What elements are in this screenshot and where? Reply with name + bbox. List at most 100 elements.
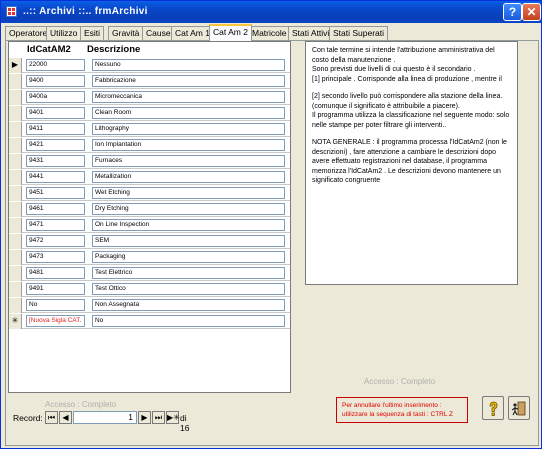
notes-paragraph: Con tale termine si intende l'attribuzio… [312,47,495,64]
column-header-descrizione: Descrizione [87,44,141,55]
id-cell[interactable]: 9451 [26,187,85,199]
description-cell[interactable]: Micromeccanica [92,91,285,103]
tab-cat-am-2[interactable]: Cat Am 2 [209,24,252,41]
id-cell[interactable]: 9461 [26,203,85,215]
id-cell[interactable]: 9473 [26,251,85,263]
id-cell[interactable]: 9471 [26,219,85,231]
description-cell[interactable]: SEM [92,235,285,247]
tab-cat-am-1[interactable]: Cat Am 1 [171,26,214,40]
prev-record-button[interactable]: ◀ [59,411,72,424]
new-id-cell[interactable]: [Nuova Sigla CAT. [26,315,85,327]
id-cell[interactable]: 9411 [26,123,85,135]
record-number-input[interactable]: 1 [73,411,137,424]
grid-header: IdCatAM2 Descrizione [9,42,290,56]
exit-button[interactable] [508,396,530,420]
first-record-button[interactable]: ⏮ [45,411,58,424]
table-row[interactable]: 9401 Clean Room [9,106,290,121]
notes-paragraph: Il programma utilizza la classificazione… [312,112,510,129]
row-selector[interactable] [9,218,22,233]
table-row[interactable]: 9441 Metallization [9,170,290,185]
row-selector[interactable] [9,298,22,313]
description-cell[interactable]: Packaging [92,251,285,263]
column-header-id: IdCatAM2 [27,44,71,55]
description-cell[interactable]: Furnaces [92,155,285,167]
table-row[interactable]: 9471 On Line Inspection [9,218,290,233]
id-cell[interactable]: 9421 [26,139,85,151]
row-selector[interactable] [9,106,22,121]
table-row[interactable]: 9421 Ion Implantation [9,138,290,153]
description-cell[interactable]: Fabbricazione [92,75,285,87]
tab-gravita[interactable]: Gravità [108,26,144,40]
table-row[interactable]: 9431 Furnaces [9,154,290,169]
description-cell[interactable]: Clean Room [92,107,285,119]
tab-cause[interactable]: Cause [142,26,175,40]
row-selector[interactable] [9,74,22,89]
new-record-button[interactable]: ▶✳ [166,411,180,424]
access-label-right: Accesso : Completo [364,377,436,386]
id-cell[interactable]: 9400 [26,75,85,87]
description-cell[interactable]: Non Assegnata [92,299,285,311]
id-cell[interactable]: 9491 [26,283,85,295]
id-cell[interactable]: 22000 [26,59,85,71]
next-record-button[interactable]: ▶ [138,411,151,424]
new-row-marker[interactable]: ✳ [9,314,22,329]
help-button[interactable] [482,396,504,420]
tab-strip: Operatore Utilizzo Esiti Gravità Cause C… [5,24,539,41]
table-row[interactable]: 9400a Micromeccanica [9,90,290,105]
id-cell[interactable]: 9481 [26,267,85,279]
tab-operatore[interactable]: Operatore [5,26,52,40]
new-description-cell[interactable]: No [92,315,285,327]
description-cell[interactable]: On Line Inspection [92,219,285,231]
row-selector[interactable] [9,122,22,137]
tab-utilizzo[interactable]: Utilizzo [46,26,82,40]
description-cell[interactable]: Test Elettrico [92,267,285,279]
tab-stati-attivi[interactable]: Stati Attivi [288,26,334,40]
help-icon [489,401,498,416]
row-selector[interactable] [9,186,22,201]
table-row[interactable]: 9481 Test Elettrico [9,266,290,281]
title-bar: ..:: Archivi ::.. frmArchivi ? ✕ [1,1,541,23]
row-selector[interactable] [9,154,22,169]
table-row[interactable]: 9451 Wet Etching [9,186,290,201]
table-row[interactable]: 9411 Lithography [9,122,290,137]
description-cell[interactable]: Wet Etching [92,187,285,199]
id-cell[interactable]: No [26,299,85,311]
table-row[interactable]: No Non Assegnata [9,298,290,313]
row-selector[interactable] [9,250,22,265]
tab-esiti[interactable]: Esiti [80,26,105,40]
table-row[interactable]: 9461 Dry Etching [9,202,290,217]
id-cell[interactable]: 9441 [26,171,85,183]
row-selector[interactable] [9,234,22,249]
row-selector[interactable] [9,138,22,153]
app-icon [6,6,17,17]
tab-matricole[interactable]: Matricole [248,26,291,40]
notes-paragraph: Sono previsti due livelli di cui questo … [312,66,476,73]
id-cell[interactable]: 9401 [26,107,85,119]
row-selector[interactable] [9,202,22,217]
description-cell[interactable]: Metallization [92,171,285,183]
description-cell[interactable]: Nessuno [92,59,285,71]
table-row[interactable]: 9400 Fabbricazione [9,74,290,89]
table-row[interactable]: 9472 SEM [9,234,290,249]
row-selector[interactable]: ▶ [9,58,22,73]
title-help-button[interactable]: ? [503,3,522,21]
title-close-button[interactable]: ✕ [522,3,541,21]
notes-paragraph: [2] secondo livello può corrispondere al… [312,93,503,110]
row-selector[interactable] [9,266,22,281]
new-record-row[interactable]: ✳ [Nuova Sigla CAT. No [9,314,290,329]
row-selector[interactable] [9,170,22,185]
table-row[interactable]: ▶ 22000 Nessuno [9,58,290,73]
last-record-button[interactable]: ⏭ [152,411,165,424]
row-selector[interactable] [9,90,22,105]
row-selector[interactable] [9,282,22,297]
id-cell[interactable]: 9472 [26,235,85,247]
tab-stati-superati[interactable]: Stati Superati [329,26,389,40]
table-row[interactable]: 9473 Packaging [9,250,290,265]
id-cell[interactable]: 9400a [26,91,85,103]
description-cell[interactable]: Test Ottico [92,283,285,295]
description-cell[interactable]: Lithography [92,123,285,135]
id-cell[interactable]: 9431 [26,155,85,167]
description-cell[interactable]: Dry Etching [92,203,285,215]
description-cell[interactable]: Ion Implantation [92,139,285,151]
table-row[interactable]: 9491 Test Ottico [9,282,290,297]
